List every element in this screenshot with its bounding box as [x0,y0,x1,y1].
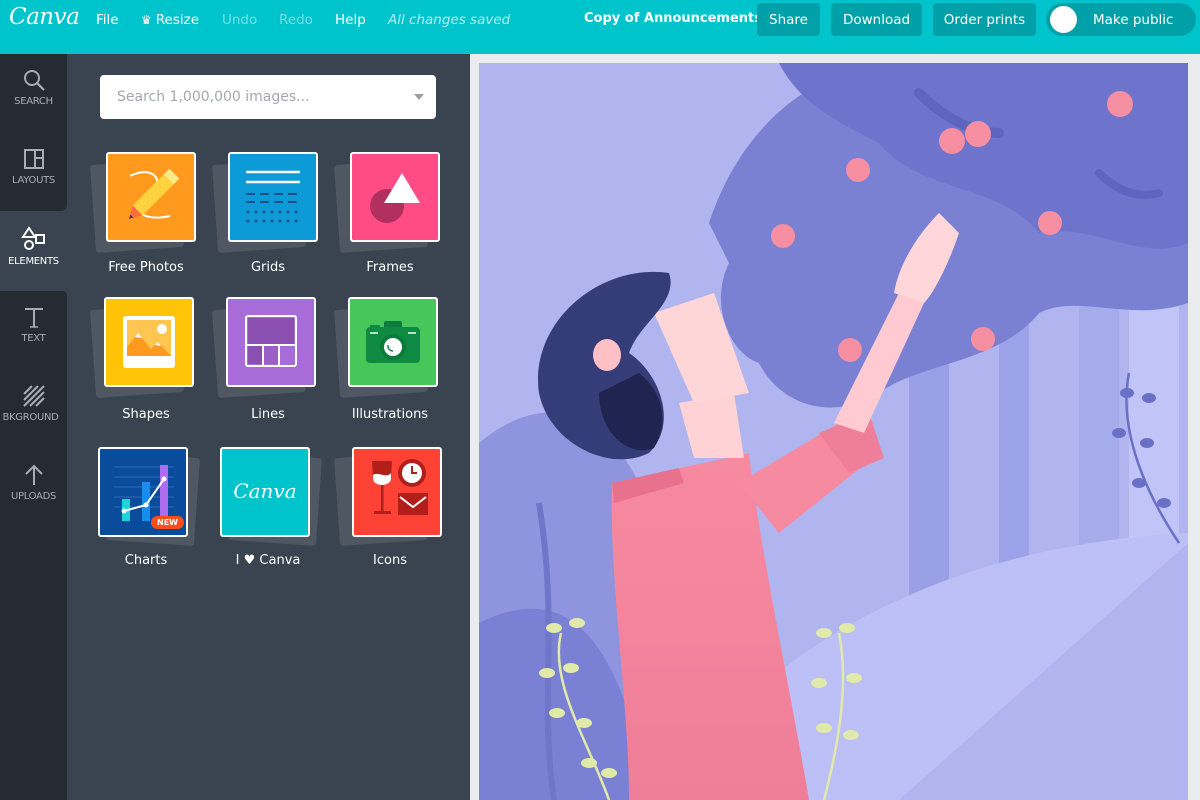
menu-resize-label: Resize [155,12,200,28]
tile-face [106,152,196,242]
tile-face [226,297,316,387]
rail-item-layouts[interactable]: LAYOUTS [0,133,67,212]
document-title[interactable]: Copy of Announcements [584,11,762,26]
rail-item-text[interactable]: TEXT [0,291,67,370]
tile-face [352,447,442,537]
tile-label: I ♥ Canva [213,553,323,568]
crown-icon: ♛ [141,13,152,27]
camera-icon [366,321,420,363]
toggle-knob [1050,6,1077,33]
rail-label: ELEMENTS [8,256,59,267]
tile-label: Shapes [122,407,170,422]
order-prints-button[interactable]: Order prints [933,3,1036,36]
rail-item-elements[interactable]: ELEMENTS [0,212,67,291]
heart-icon: ♥ [243,553,256,568]
tile-label: Icons [373,553,407,568]
menu-file[interactable]: File [96,12,119,28]
tile-face [104,297,194,387]
category-grids[interactable]: Grids [212,150,323,280]
tile-label: Frames [366,260,414,275]
text-icon [24,308,43,328]
tile-label: Free Photos [108,260,184,275]
upload-icon [24,464,43,485]
rail-label: SEARCH [14,96,53,107]
rail-label: TEXT [21,333,46,344]
menu-redo[interactable]: Redo [279,12,313,28]
make-public-label: Make public [1093,12,1174,28]
wine-clock-mail-icon [372,459,428,515]
tile-face [228,152,318,242]
rail-item-background[interactable]: BKGROUND [0,370,67,449]
category-i-love-canva[interactable]: Canva I ♥ Canva [213,445,323,575]
layouts-icon [23,149,44,169]
background-icon [22,385,45,407]
design-canvas[interactable] [479,63,1188,800]
tile-face: NEW [98,447,188,537]
save-status: All changes saved [388,12,511,28]
tile-label: Illustrations [351,407,429,422]
rail-label: UPLOADS [10,491,57,502]
forest-illustration [479,63,1188,800]
pencil-icon [129,168,180,219]
layout-grid-icon [245,315,297,367]
search-icon [23,70,45,91]
canva-logo[interactable]: Canva [9,4,80,30]
share-button[interactable]: Share [757,3,820,36]
category-icons[interactable]: Icons [334,445,445,575]
top-bar-band [0,40,1200,54]
menu-resize[interactable]: ♛ Resize [141,12,199,28]
tile-face [350,152,440,242]
category-charts[interactable]: NEW Charts [91,445,201,575]
image-search-input[interactable] [100,75,400,119]
menu-help[interactable]: Help [335,12,366,28]
category-shapes[interactable]: Shapes [90,295,201,425]
tile-label: Lines [251,407,285,422]
rail-item-search[interactable]: SEARCH [0,54,67,133]
category-illustrations[interactable]: Illustrations [334,295,445,425]
tile-label-suffix: Canva [259,553,301,568]
make-public-toggle[interactable]: Make public [1046,3,1196,36]
category-frames[interactable]: Frames [334,150,445,280]
category-free-photos[interactable]: Free Photos [90,150,201,280]
top-bar: Canva File ♛ Resize Undo Redo Help All ch… [0,0,1200,54]
tile-face: Canva [220,447,310,537]
image-search-field[interactable] [100,75,436,119]
rail-label: LAYOUTS [12,175,55,186]
menu-undo[interactable]: Undo [222,12,257,28]
picture-icon [123,316,175,368]
elements-icon [20,226,45,250]
tile-label-prefix: I [235,553,240,568]
tile-face [348,297,438,387]
new-badge: NEW [151,516,184,529]
chevron-down-icon[interactable] [414,94,424,100]
rail-label: BKGROUND [2,412,59,423]
rail-item-uploads[interactable]: UPLOADS [0,449,67,528]
download-button[interactable]: Download [831,3,922,36]
tile-label: Charts [124,553,168,568]
tile-label: Grids [250,260,286,275]
canva-logo-icon: Canva [233,479,297,503]
grid-lines-icon [246,170,300,223]
category-lines[interactable]: Lines [212,295,323,425]
frame-shapes-icon [370,173,420,223]
